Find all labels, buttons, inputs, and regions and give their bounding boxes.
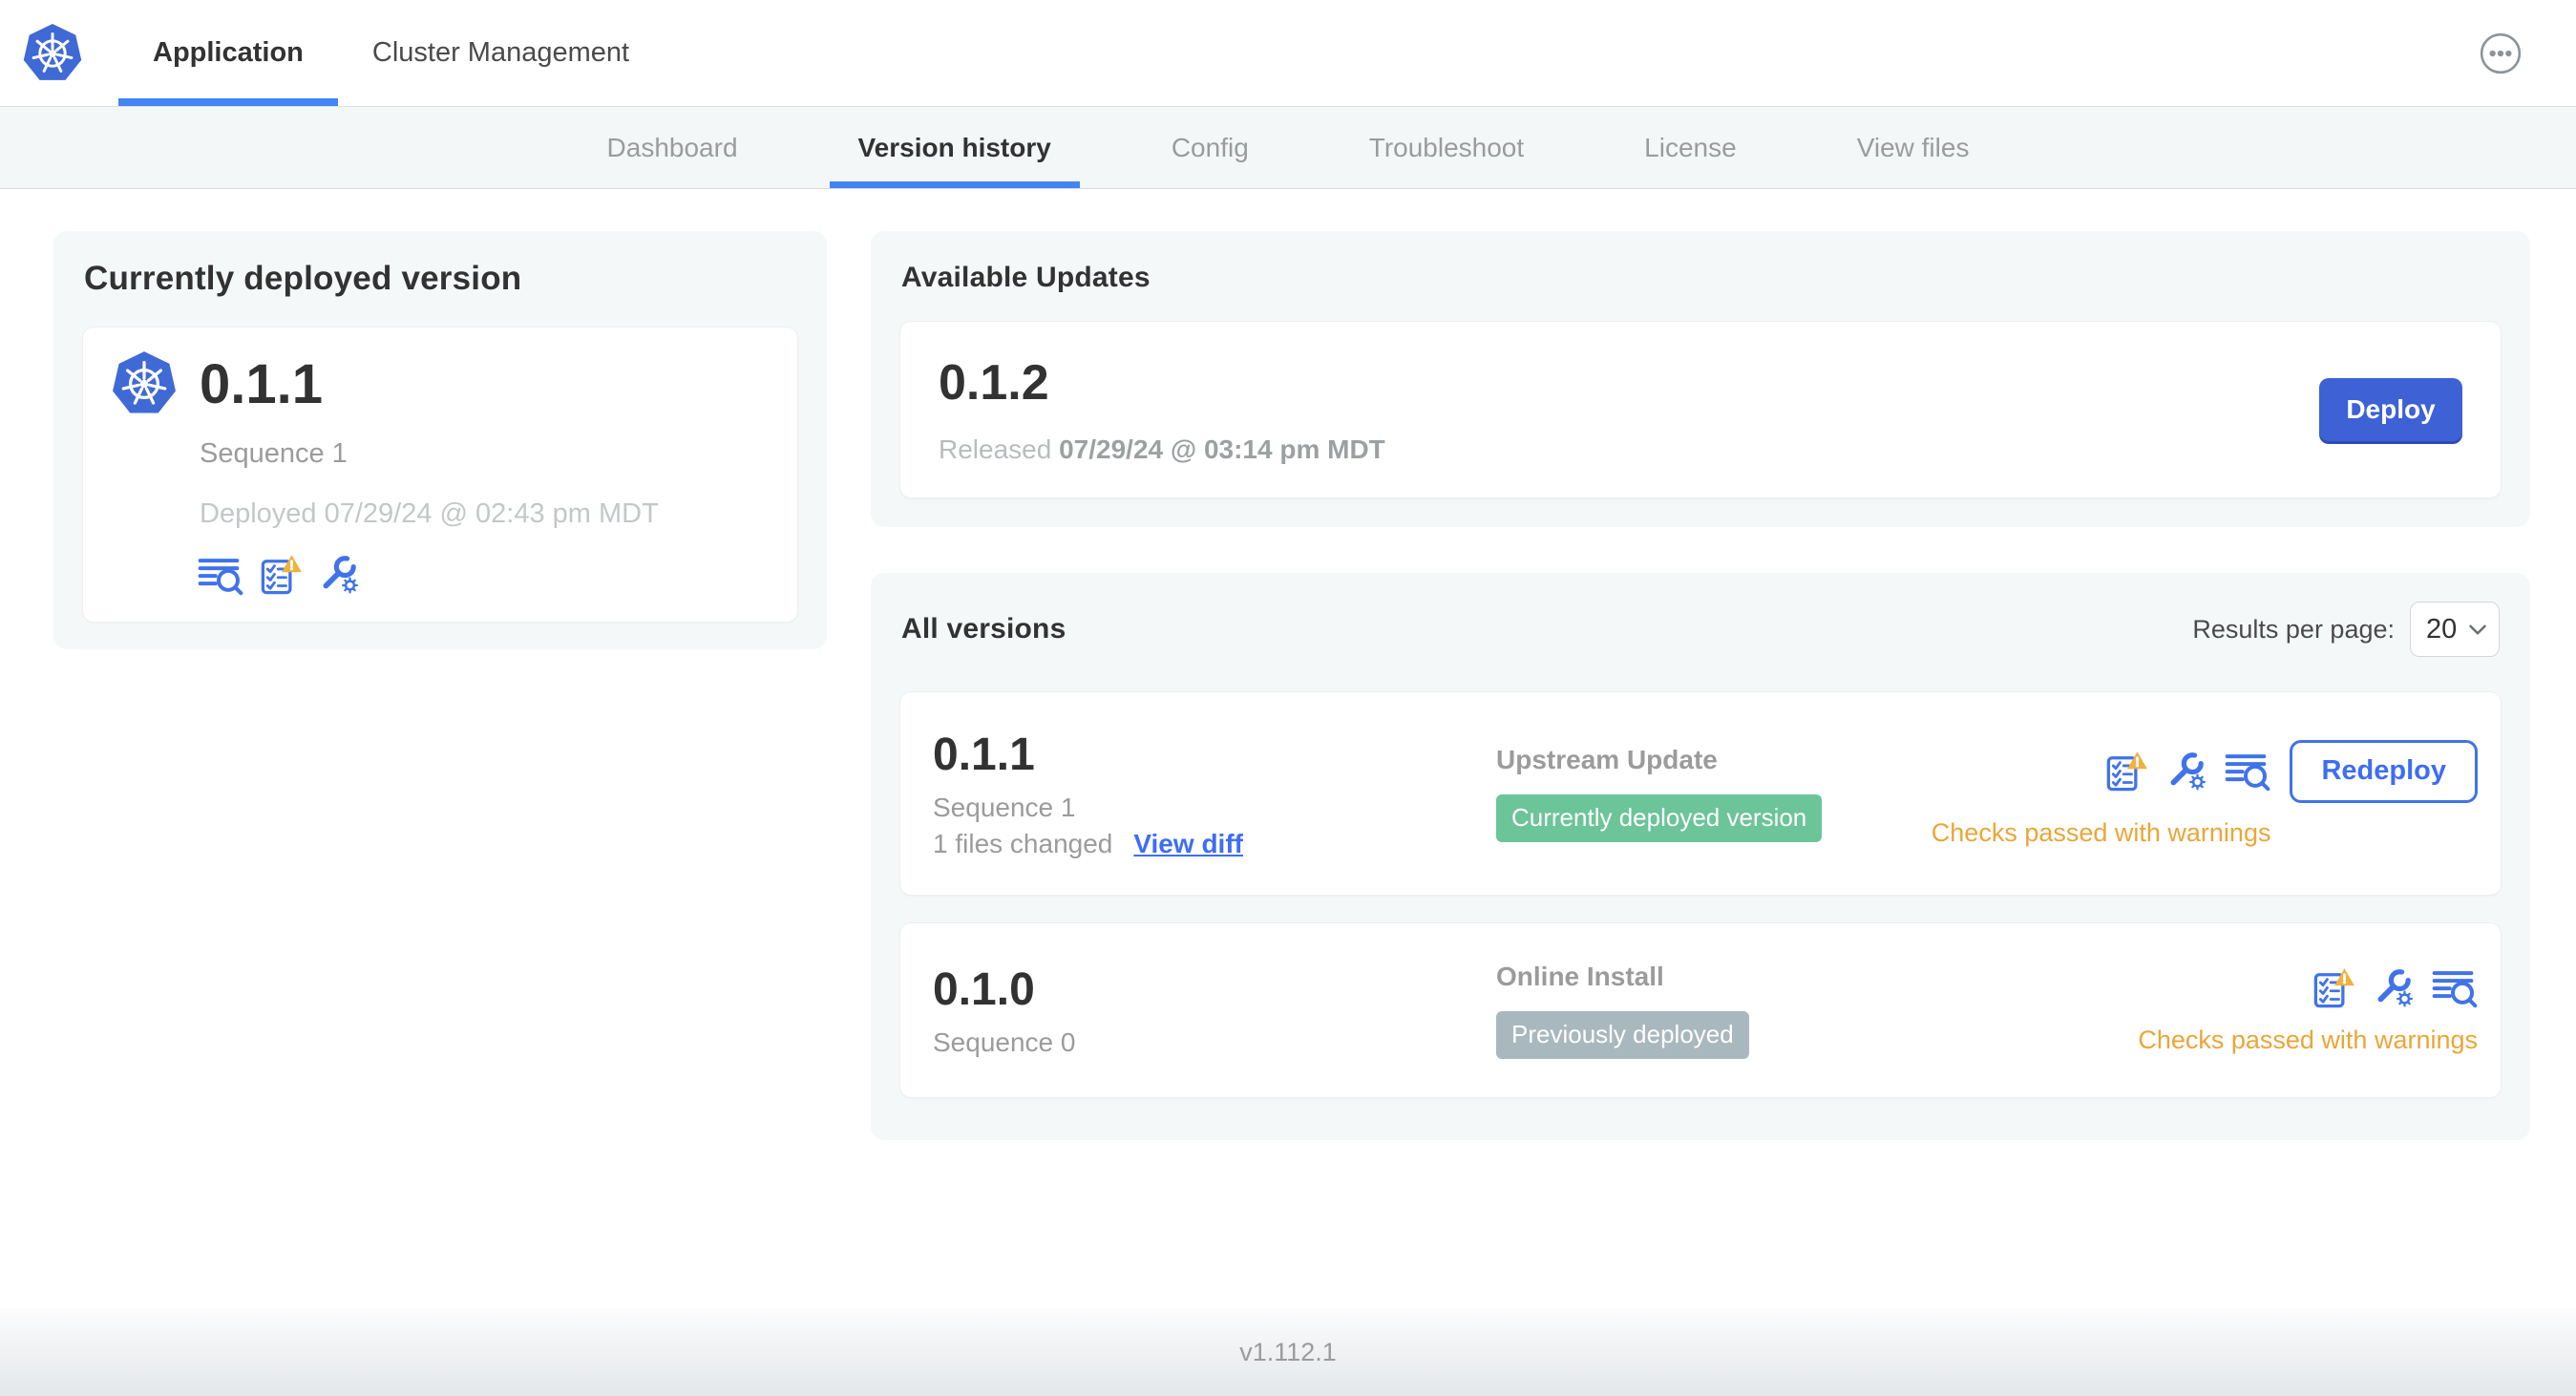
subtab-version-history[interactable]: Version history (829, 107, 1081, 188)
update-version-number: 0.1.2 (939, 355, 1049, 411)
deployed-sequence: Sequence 1 (200, 438, 348, 469)
console-version: v1.112.1 (1239, 1337, 1337, 1366)
checks-status-link[interactable]: Checks passed with warnings (2138, 1026, 2478, 1055)
diff-icon[interactable] (2225, 751, 2270, 792)
currently-deployed-title: Currently deployed version (84, 260, 522, 297)
deployed-version-number: 0.1.1 (200, 352, 323, 415)
sub-nav: Dashboard Version history Config Trouble… (0, 107, 2576, 189)
tab-application[interactable]: Application (118, 0, 338, 106)
redeploy-button[interactable]: Redeploy (2290, 739, 2478, 803)
config-wrench-icon[interactable] (2165, 751, 2207, 793)
chevron-down-icon (2468, 624, 2487, 636)
kubernetes-logo-icon (21, 20, 84, 87)
update-released-line: Released 07/29/24 @ 03:14 pm MDT (939, 434, 1385, 465)
row-version-number: 0.1.1 (933, 729, 1035, 780)
previously-deployed-badge: Previously deployed (1496, 1011, 1749, 1059)
subtab-config[interactable]: Config (1143, 107, 1277, 188)
footer: v1.112.1 (0, 1308, 2576, 1396)
page: Application Cluster Management Dashboard… (0, 0, 2576, 1396)
results-per-page-select[interactable]: 20 (2410, 602, 2500, 657)
subtab-view-files[interactable]: View files (1828, 107, 1998, 188)
config-wrench-icon[interactable] (318, 554, 360, 596)
released-label: Released (939, 434, 1052, 464)
diff-icon[interactable] (198, 555, 243, 596)
files-changed-label: 1 files changed (933, 828, 1113, 858)
results-per-page-label: Results per page: (2192, 614, 2395, 644)
row-sequence: Sequence 0 (933, 1026, 1076, 1057)
deployed-version-card: 0.1.1 Sequence 1 Deployed 07/29/24 @ 02:… (82, 327, 798, 623)
row-version-number: 0.1.0 (933, 963, 1035, 1015)
preflight-checks-warning-icon[interactable] (2104, 750, 2148, 793)
available-updates-title: Available Updates (901, 262, 1151, 293)
version-row-0-1-1: 0.1.1 Sequence 1 1 files changed View di… (899, 691, 2502, 896)
version-source: Online Install (1496, 962, 1664, 991)
results-per-page-value: 20 (2426, 613, 2458, 645)
main-content: Currently deployed version 0.1.1 Sequenc… (0, 189, 2576, 1308)
currently-deployed-card: Currently deployed version 0.1.1 Sequenc… (53, 231, 827, 649)
subtab-dashboard[interactable]: Dashboard (579, 107, 767, 188)
all-versions-card: All versions Results per page: 20 0.1.1 … (871, 573, 2530, 1140)
preflight-checks-warning-icon[interactable] (259, 553, 303, 597)
subtab-license[interactable]: License (1615, 107, 1765, 188)
all-versions-title: All versions (901, 613, 1066, 645)
subtab-troubleshoot[interactable]: Troubleshoot (1341, 107, 1552, 188)
row-sequence: Sequence 1 (933, 792, 1076, 822)
released-timestamp: 07/29/24 @ 03:14 pm MDT (1059, 434, 1385, 464)
config-wrench-icon[interactable] (2373, 967, 2415, 1009)
update-row: 0.1.2 Released 07/29/24 @ 03:14 pm MDT D… (899, 321, 2502, 498)
tab-cluster-management[interactable]: Cluster Management (338, 0, 664, 106)
checks-status-link[interactable]: Checks passed with warnings (1932, 818, 2271, 848)
deployed-timestamp: Deployed 07/29/24 @ 02:43 pm MDT (200, 498, 659, 529)
version-source: Upstream Update (1496, 745, 1718, 774)
top-nav: Application Cluster Management (0, 0, 2576, 107)
diff-icon[interactable] (2432, 967, 2478, 1008)
app-icon (110, 347, 179, 421)
available-updates-card: Available Updates 0.1.2 Released 07/29/2… (871, 231, 2530, 527)
version-row-0-1-0: 0.1.0 Sequence 0 Online Install Previous… (899, 922, 2502, 1098)
app-tabs: Application Cluster Management (118, 0, 664, 106)
view-diff-link[interactable]: View diff (1133, 829, 1243, 859)
currently-deployed-badge: Currently deployed version (1496, 794, 1823, 842)
preflight-checks-warning-icon[interactable] (2312, 966, 2355, 1010)
ellipsis-menu-icon[interactable] (2479, 32, 2523, 75)
deploy-button[interactable]: Deploy (2319, 378, 2462, 441)
right-column: Available Updates 0.1.2 Released 07/29/2… (871, 231, 2530, 1140)
